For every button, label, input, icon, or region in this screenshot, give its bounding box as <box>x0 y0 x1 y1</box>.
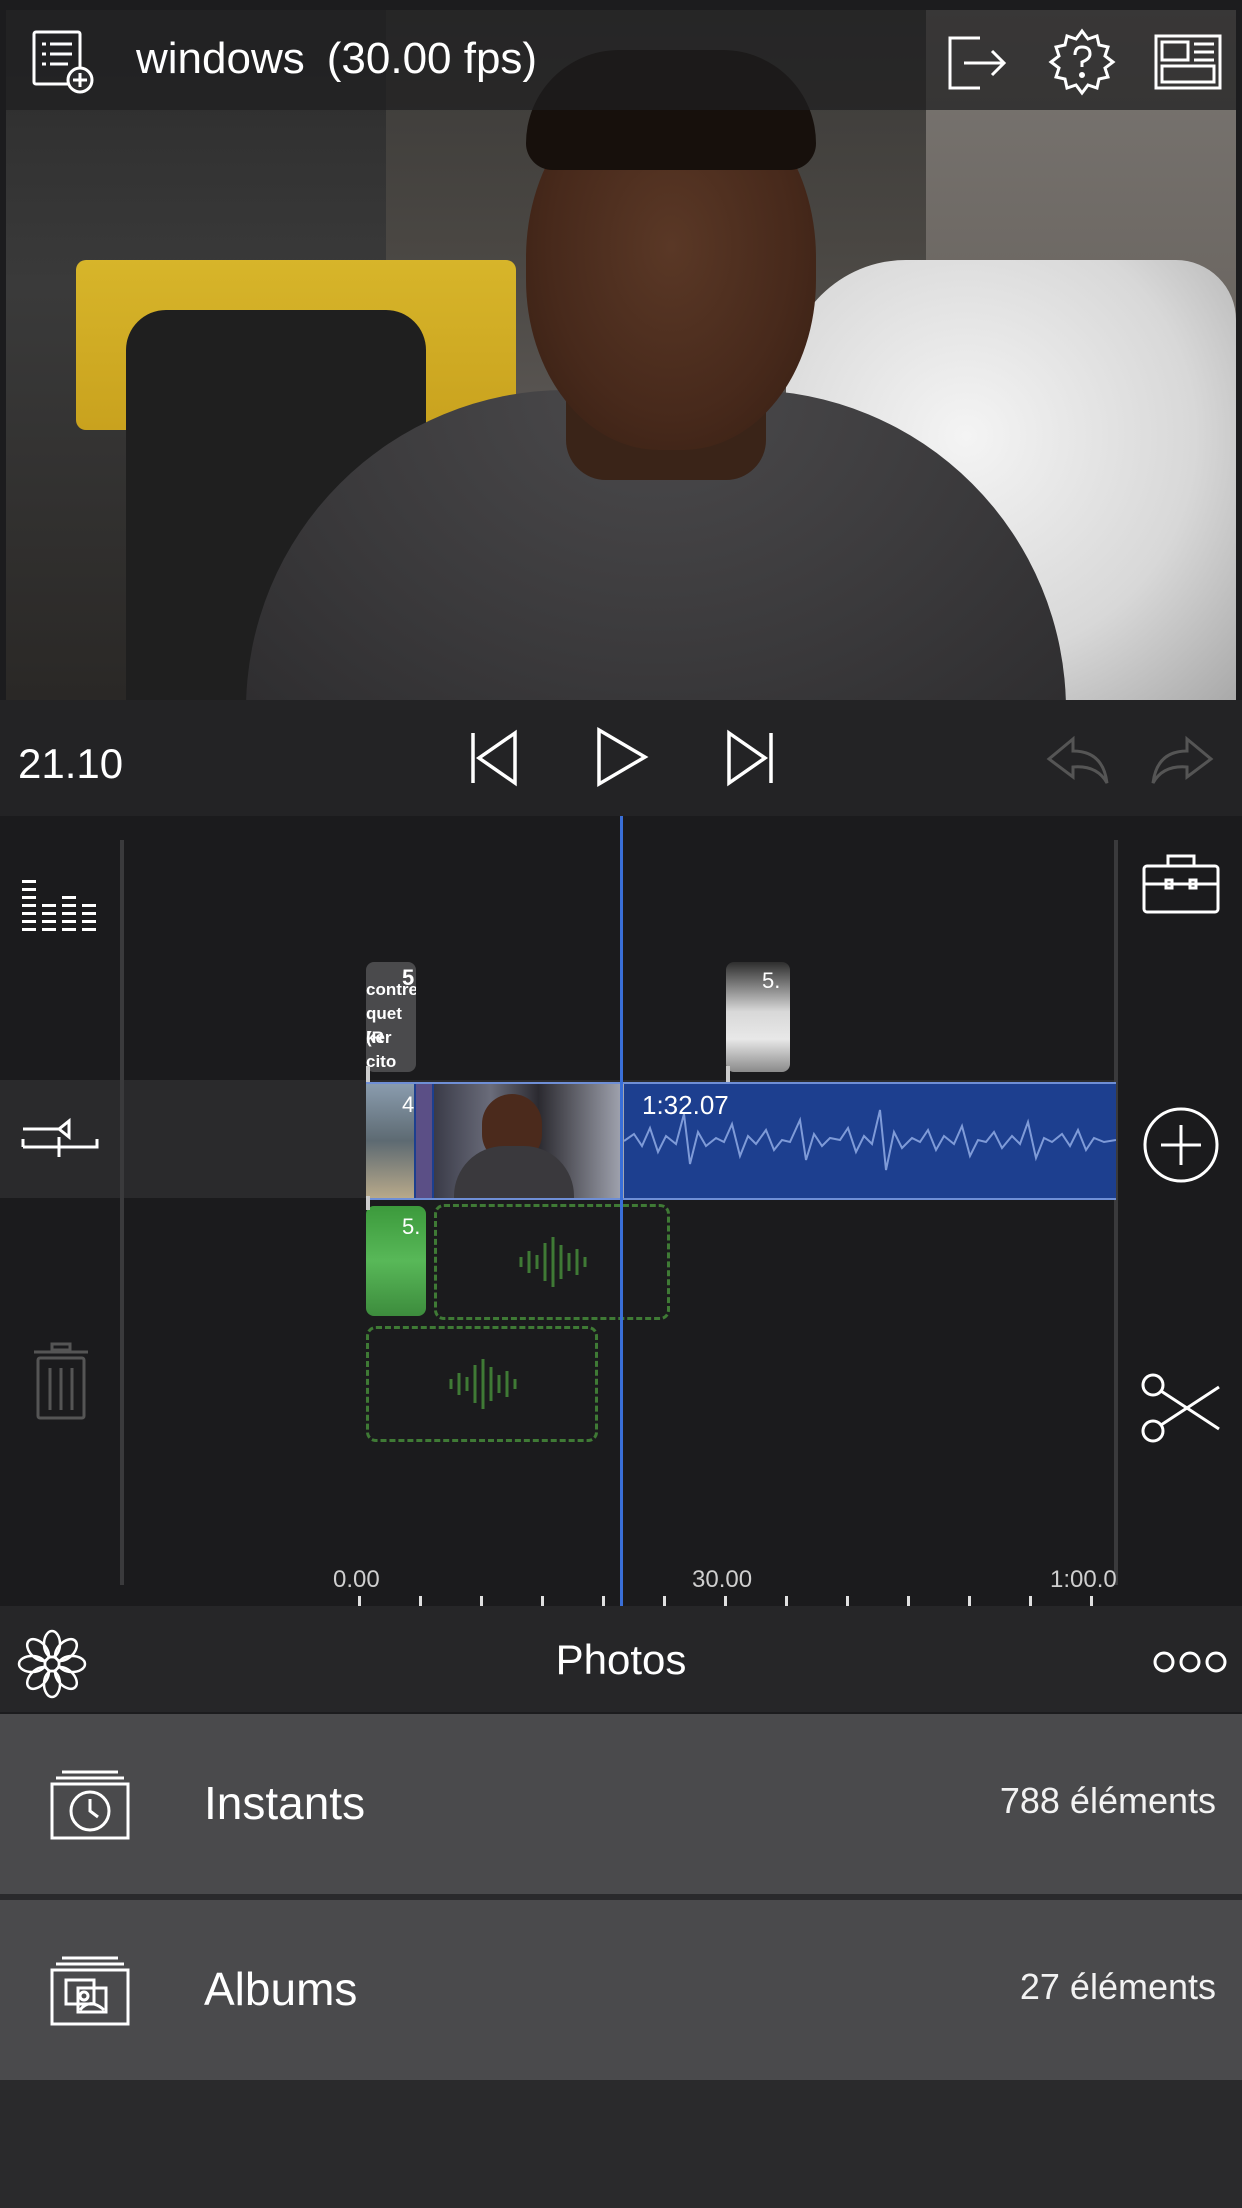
image-clip[interactable]: 5. <box>726 962 790 1072</box>
title-clip-line: ker cito <box>366 1028 397 1071</box>
audio-placeholder[interactable] <box>366 1326 598 1442</box>
top-bar: windows (30.00 fps) <box>6 10 1236 110</box>
project-title: windows (30.00 fps) <box>136 34 537 84</box>
ruler-label: 1:00.0 <box>1050 1566 1117 1593</box>
undo-icon[interactable] <box>1042 730 1112 790</box>
project-fps: (30.00 fps) <box>326 34 538 83</box>
timecode: 21.10 <box>18 740 124 787</box>
layout-icon[interactable] <box>1150 24 1226 100</box>
toolbox-icon[interactable] <box>1138 848 1224 918</box>
row-count: 27 éléments <box>1019 1966 1216 2007</box>
audio-placeholder[interactable] <box>434 1204 670 1320</box>
play-icon[interactable] <box>588 724 654 790</box>
main-video-clip[interactable]: 4 1:32.07 <box>366 1082 1116 1200</box>
audio-levels-icon[interactable] <box>18 868 102 934</box>
clip-duration: 1:32.07 <box>642 1090 729 1120</box>
clip-number: 5 <box>402 965 415 990</box>
clip-number: 5. <box>402 1214 421 1239</box>
row-label: Instants <box>204 1777 366 1829</box>
playhead[interactable] <box>620 816 623 1606</box>
add-icon[interactable] <box>1140 1104 1222 1186</box>
albums-icon <box>48 1952 132 2033</box>
settings-help-icon[interactable] <box>1044 24 1120 100</box>
video-preview[interactable] <box>6 10 1236 700</box>
ruler-label: 0.00 <box>333 1566 380 1593</box>
export-icon[interactable] <box>938 24 1014 100</box>
skip-end-icon[interactable] <box>718 726 782 790</box>
clip-connector <box>366 1066 370 1082</box>
empty-area <box>0 2080 1242 2208</box>
skip-start-icon[interactable] <box>462 726 526 790</box>
clip-connector <box>726 1066 730 1082</box>
project-name: windows <box>136 34 305 83</box>
audio-clip[interactable]: 5. <box>366 1206 426 1316</box>
trash-icon[interactable] <box>28 1338 94 1424</box>
transition-marker <box>416 1084 432 1198</box>
project-list-add-icon[interactable] <box>26 24 100 98</box>
ruler-label: 30.00 <box>692 1566 753 1593</box>
waveform-icon <box>449 1359 517 1409</box>
more-options-icon[interactable] <box>1150 1644 1230 1680</box>
scissors-icon[interactable] <box>1138 1370 1224 1446</box>
media-title: Photos <box>555 1636 687 1683</box>
moments-icon <box>48 1766 132 1847</box>
album-row-albums[interactable]: Albums 27 éléments <box>0 1900 1242 2080</box>
clip-connector <box>366 1196 370 1210</box>
waveform-icon <box>519 1237 587 1287</box>
clip-number: 5. <box>762 968 781 993</box>
redo-icon[interactable] <box>1148 730 1218 790</box>
album-row-instants[interactable]: Instants 788 éléments <box>0 1714 1242 1894</box>
row-label: Albums <box>204 1963 358 2015</box>
title-clip[interactable]: contre quet (R ker cito 5 <box>366 962 416 1072</box>
row-count: 788 éléments <box>999 1780 1216 1821</box>
clip-number: 4 <box>402 1092 415 1117</box>
track-route-icon[interactable] <box>18 1106 102 1162</box>
right-divider <box>1114 840 1118 1585</box>
left-divider <box>120 840 124 1585</box>
